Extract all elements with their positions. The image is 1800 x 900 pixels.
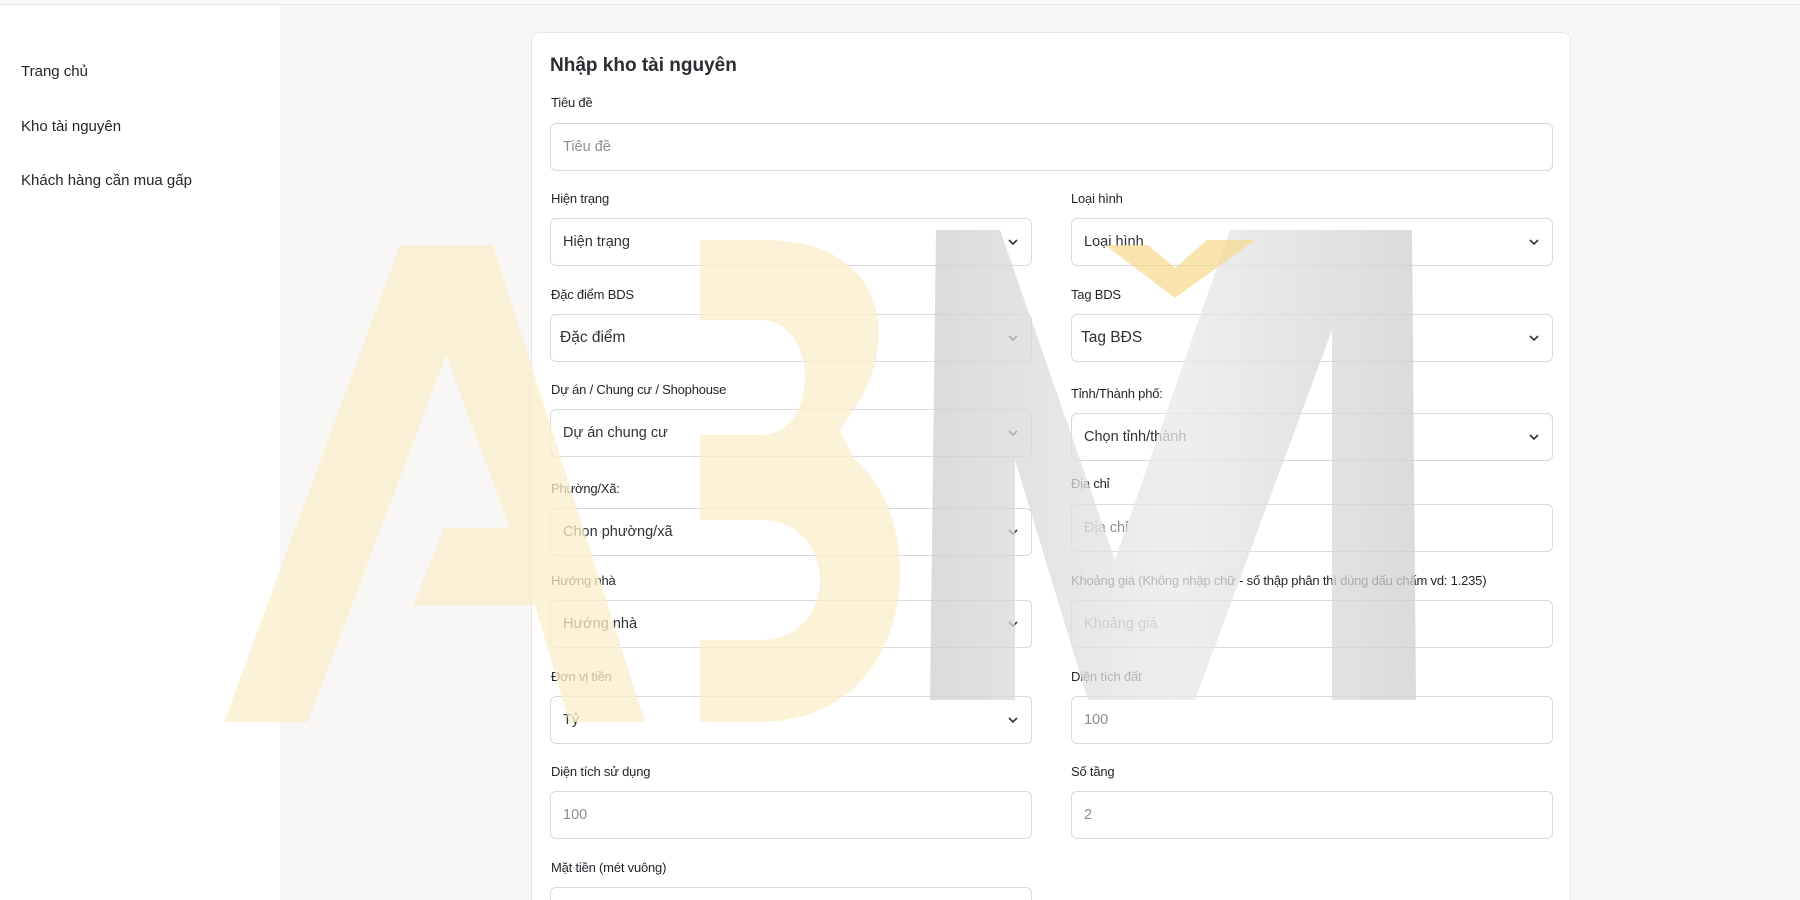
chevron-down-icon — [1008, 717, 1018, 724]
phuong-xa-label: Phường/Xã: — [551, 481, 620, 496]
loai-hinh-select[interactable]: Loại hình — [1071, 218, 1553, 266]
dien-tich-su-dung-label: Diện tích sử dụng — [551, 764, 651, 779]
sidebar-item-kho-tai-nguyen[interactable]: Kho tài nguyên — [21, 118, 121, 135]
chevron-down-icon — [1529, 239, 1539, 246]
phuong-xa-value: Chọn phường/xã — [563, 524, 673, 540]
phuong-xa-select[interactable]: Chọn phường/xã — [550, 508, 1032, 556]
sidebar: Trang chủ Kho tài nguyên Khách hàng cần … — [0, 5, 280, 900]
hien-trang-select[interactable]: Hiện trạng — [550, 218, 1032, 266]
dia-chi-input[interactable]: Địa chỉ — [1071, 504, 1553, 552]
dien-tich-su-dung-input[interactable]: 100 — [550, 791, 1032, 839]
mat-tien-label: Mặt tiền (mét vuông) — [551, 860, 667, 875]
hien-trang-value: Hiện trạng — [563, 234, 630, 250]
tinh-thanh-value: Chọn tỉnh/thành — [1084, 429, 1187, 445]
khoang-gia-label: Khoảng giá (Không nhập chữ - số thập phâ… — [1071, 573, 1487, 588]
tag-bds-label: Tag BDS — [1071, 287, 1121, 302]
dac-diem-select[interactable]: Đặc điểm — [550, 314, 1032, 362]
don-vi-tien-value: Tỷ — [563, 712, 580, 728]
form-title: Nhập kho tài nguyên — [550, 55, 737, 76]
chevron-down-icon — [1008, 621, 1018, 628]
dien-tich-dat-label: Diện tích đất — [1071, 669, 1142, 684]
dac-diem-label: Đặc điểm BDS — [551, 287, 634, 302]
dac-diem-value: Đặc điểm — [560, 329, 626, 346]
du-an-label: Dự án / Chung cư / Shophouse — [551, 382, 727, 397]
khoang-gia-input[interactable]: Khoảng giá — [1071, 600, 1553, 648]
huong-nha-label: Hướng nhà — [551, 573, 616, 588]
sidebar-item-khach-hang-can-mua-gap[interactable]: Khách hàng cần mua gấp — [21, 172, 192, 189]
resource-entry-form: Nhập kho tài nguyên Tiêu đề Tiêu đề Hiện… — [531, 32, 1571, 900]
chevron-down-icon — [1008, 335, 1018, 342]
don-vi-tien-select[interactable]: Tỷ — [550, 696, 1032, 744]
tieu-de-label: Tiêu đề — [551, 95, 593, 110]
du-an-value: Dự án chung cư — [563, 425, 668, 441]
so-tang-label: Số tầng — [1071, 764, 1115, 779]
loai-hinh-value: Loại hình — [1084, 234, 1144, 250]
tag-bds-value: Tag BĐS — [1081, 329, 1143, 346]
dia-chi-label: Địa chỉ — [1071, 476, 1110, 491]
huong-nha-value: Hướng nhà — [563, 616, 638, 632]
chevron-down-icon — [1529, 434, 1539, 441]
chevron-down-icon — [1008, 239, 1018, 246]
tag-bds-select[interactable]: Tag BĐS — [1071, 314, 1553, 362]
tieu-de-input[interactable]: Tiêu đề — [550, 123, 1553, 171]
mat-tien-input[interactable] — [550, 887, 1032, 900]
du-an-select[interactable]: Dự án chung cư — [550, 409, 1032, 457]
chevron-down-icon — [1529, 335, 1539, 342]
dien-tich-dat-input[interactable]: 100 — [1071, 696, 1553, 744]
loai-hinh-label: Loại hình — [1071, 191, 1123, 206]
don-vi-tien-label: Đơn vị tiền — [551, 669, 612, 684]
tinh-thanh-select[interactable]: Chọn tỉnh/thành — [1071, 413, 1553, 461]
sidebar-item-trang-chu[interactable]: Trang chủ — [21, 63, 88, 80]
chevron-down-icon — [1008, 430, 1018, 437]
hien-trang-label: Hiện trạng — [551, 191, 609, 206]
huong-nha-select[interactable]: Hướng nhà — [550, 600, 1032, 648]
so-tang-input[interactable]: 2 — [1071, 791, 1553, 839]
tinh-thanh-label: Tỉnh/Thành phố: — [1071, 386, 1163, 401]
chevron-down-icon — [1008, 529, 1018, 536]
